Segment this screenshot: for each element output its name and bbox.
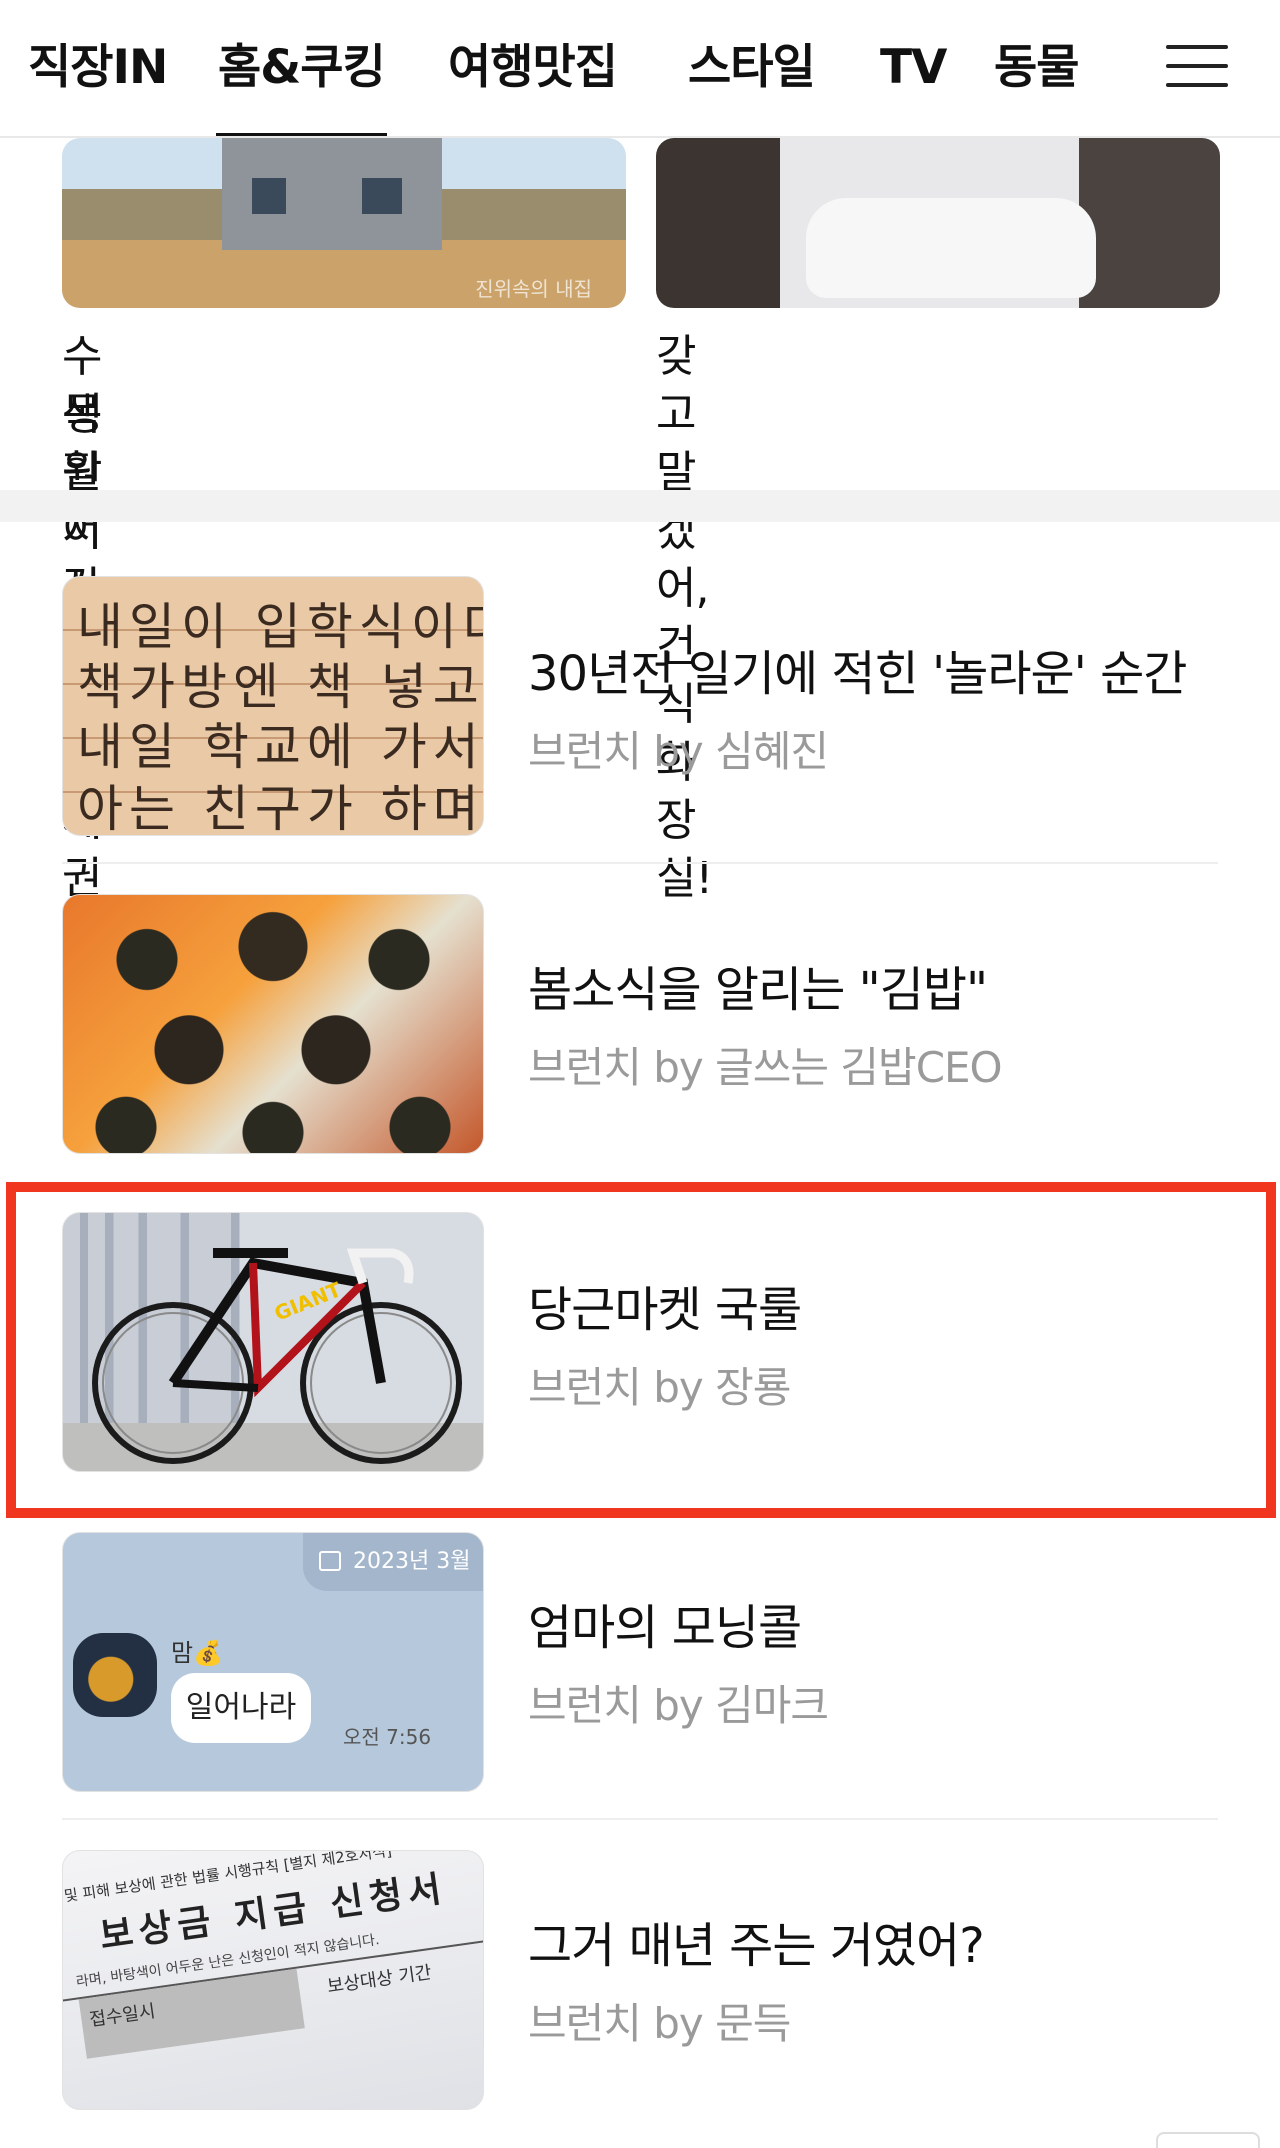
- divider: [62, 1818, 1218, 1820]
- document-thumbnail: 및 피해 보상에 관한 법률 시행규칙 [별지 제2호서식] 보상금 지급 신청…: [62, 1850, 484, 2110]
- article-title: 엄마의 모닝콜: [528, 1600, 802, 1656]
- document-form: 및 피해 보상에 관한 법률 시행규칙 [별지 제2호서식] 보상금 지급 신청…: [63, 1851, 483, 2063]
- tab-animal[interactable]: 동물: [994, 28, 1079, 108]
- article-title: 봄소식을 알리는 "김밥": [528, 962, 988, 1018]
- list-item[interactable]: 2023년 3월 맘💰 일어나라 오전 7:56 엄마의 모닝콜 브런치 by …: [0, 1532, 1280, 1852]
- chat-bubble: 일어나라: [171, 1673, 311, 1743]
- article-author: 브런치 by 글쓰는 김밥CEO: [528, 1043, 1003, 1092]
- chat-time: 오전 7:56: [343, 1725, 432, 1749]
- avatar: [73, 1633, 157, 1717]
- house-thumbnail: 진위속의 내집: [62, 138, 626, 308]
- chat-thumbnail: 2023년 3월 맘💰 일어나라 오전 7:56: [62, 1532, 484, 1792]
- doc-field: 보상대상 기간: [325, 1962, 433, 1998]
- toilet-seat: [806, 198, 1096, 298]
- diary-thumbnail: 내일이 입학식이다. 책가방엔 책 넣고 내일 학교에 가서 아는 친구가 하며…: [62, 576, 484, 836]
- list-item[interactable]: 봄소식을 알리는 "김밥" 브런치 by 글쓰는 김밥CEO: [0, 894, 1280, 1214]
- bicycle-thumbnail: GIANT: [62, 1212, 484, 1472]
- article-author: 브런치 by 김마크: [528, 1681, 829, 1730]
- article-title: 그거 매년 주는 거였어?: [528, 1918, 985, 1974]
- list-item[interactable]: GIANT 당근마켓 국룰 브런치 by 장룡: [0, 1212, 1280, 1532]
- section-separator: [0, 490, 1280, 522]
- tab-work[interactable]: 직장IN: [28, 28, 168, 108]
- divider: [62, 862, 1218, 864]
- chat-sender: 맘💰: [171, 1639, 223, 1667]
- category-tabs: 직장IN 홈&쿠킹 여행맛집 스타일 TV 동물: [0, 0, 1140, 136]
- tab-tv[interactable]: TV: [880, 28, 947, 108]
- hamburger-menu-icon[interactable]: [1166, 45, 1228, 87]
- scroll-top-button[interactable]: [1156, 2132, 1260, 2148]
- article-author: 브런치 by 장룡: [528, 1363, 791, 1412]
- category-nav: 직장IN 홈&쿠킹 여행맛집 스타일 TV 동물: [0, 0, 1280, 138]
- article-author: 브런치 by 심혜진: [528, 727, 829, 776]
- bathroom-thumbnail: [656, 138, 1220, 308]
- bicycle-icon: GIANT: [63, 1248, 483, 1471]
- article-title: 30년전 일기에 적힌 '놀라운' 순간: [528, 646, 1187, 702]
- tab-travel-food[interactable]: 여행맛집: [448, 28, 618, 108]
- article-title: 당근마켓 국룰: [528, 1282, 802, 1338]
- tab-style[interactable]: 스타일: [688, 28, 816, 108]
- kimbap-thumbnail: [62, 894, 484, 1154]
- article-author: 브런치 by 문득: [528, 1999, 791, 2048]
- list-item[interactable]: 내일이 입학식이다. 책가방엔 책 넣고 내일 학교에 가서 아는 친구가 하며…: [0, 576, 1280, 896]
- diary-line: 아는 친구가 하며도: [77, 780, 484, 836]
- calendar-icon: [319, 1551, 341, 1571]
- image-watermark: 진위속의 내집: [475, 277, 592, 301]
- tab-home-cooking[interactable]: 홈&쿠킹: [216, 28, 387, 136]
- list-item[interactable]: 및 피해 보상에 관한 법률 시행규칙 [별지 제2호서식] 보상금 지급 신청…: [0, 1850, 1280, 2148]
